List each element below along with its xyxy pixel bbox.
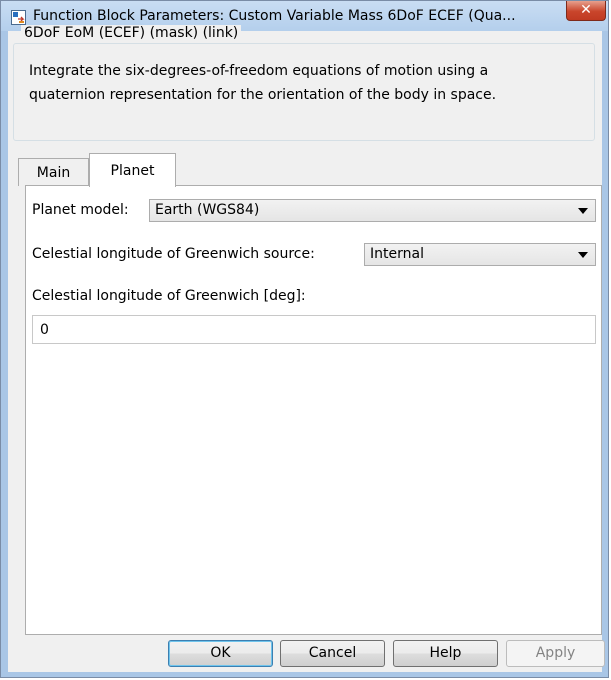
greenwich-longitude-input[interactable]: 0: [32, 315, 596, 344]
planet-model-value: Earth (WGS84): [155, 202, 260, 218]
cancel-button[interactable]: Cancel: [280, 640, 385, 667]
greenwich-source-dropdown[interactable]: Internal: [364, 243, 596, 266]
greenwich-source-value: Internal: [370, 246, 424, 262]
description-line: quaternion representation for the orient…: [29, 87, 497, 103]
tab-planet[interactable]: Planet: [89, 153, 176, 187]
description-line: Integrate the six-degrees-of-freedom equ…: [29, 63, 489, 79]
planet-model-dropdown[interactable]: Earth (WGS84): [149, 199, 596, 222]
greenwich-longitude-value: 0: [40, 322, 49, 338]
simulink-block-icon: [11, 10, 26, 25]
tab-main[interactable]: Main: [18, 158, 89, 186]
mask-group-title: 6DoF EoM (ECEF) (mask) (link): [21, 25, 242, 41]
apply-button[interactable]: Apply: [506, 640, 605, 667]
chevron-down-icon: [578, 208, 588, 214]
greenwich-longitude-label: Celestial longitude of Greenwich [deg]:: [32, 288, 306, 304]
planet-model-label: Planet model:: [32, 202, 129, 218]
window-title: Function Block Parameters: Custom Variab…: [33, 8, 516, 24]
dialog-window: Function Block Parameters: Custom Variab…: [0, 0, 609, 678]
help-button[interactable]: Help: [393, 640, 498, 667]
close-icon: ✕: [580, 2, 592, 18]
ok-button[interactable]: OK: [168, 640, 273, 667]
greenwich-source-label: Celestial longitude of Greenwich source:: [32, 246, 315, 262]
chevron-down-icon: [578, 252, 588, 258]
mask-description: Integrate the six-degrees-of-freedom equ…: [29, 59, 589, 107]
close-button[interactable]: ✕: [566, 1, 606, 21]
